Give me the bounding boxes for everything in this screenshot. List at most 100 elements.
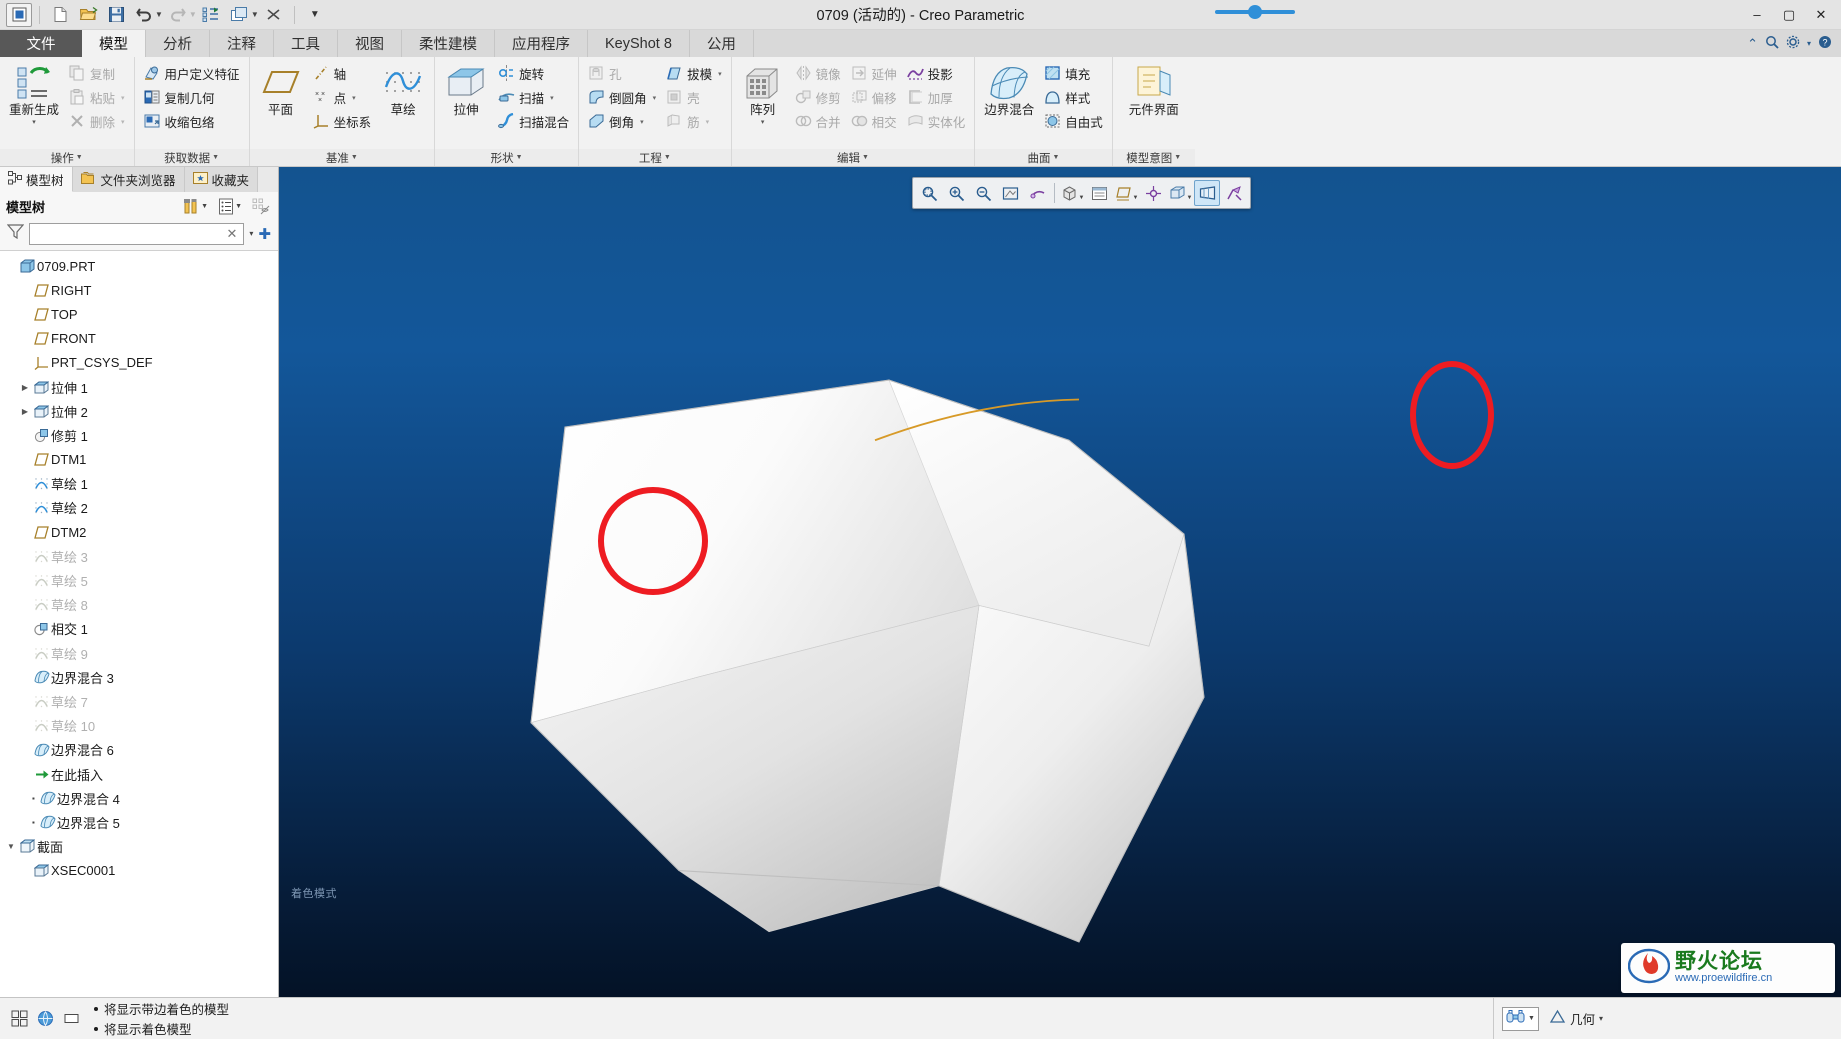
redo-dropdown-arrow[interactable]: ▼: [189, 10, 197, 19]
tab-common[interactable]: 公用: [690, 30, 754, 57]
tree-item-草绘-3[interactable]: 草绘 3: [0, 544, 278, 568]
tree-settings-button[interactable]: ▼: [216, 196, 244, 217]
open-file-icon[interactable]: [75, 3, 101, 27]
redo-icon[interactable]: [165, 3, 191, 27]
hole-button[interactable]: 孔: [584, 62, 660, 85]
extrude-button[interactable]: 拉伸: [440, 61, 492, 119]
undo-icon[interactable]: [131, 3, 157, 27]
geometry-filter-arrow[interactable]: ▾: [1599, 1014, 1603, 1023]
group-label-datum[interactable]: 基准 ▼: [249, 149, 435, 166]
search-icon[interactable]: [1765, 35, 1779, 52]
component-interface-button[interactable]: 元件界面: [1118, 61, 1190, 119]
draft-arrow[interactable]: ▾: [718, 70, 722, 78]
style-button[interactable]: 样式: [1040, 86, 1107, 109]
tree-item-边界混合-6[interactable]: 边界混合 6: [0, 738, 278, 762]
solidify-button[interactable]: 实体化: [903, 110, 970, 133]
tree-item-right[interactable]: RIGHT: [0, 278, 278, 302]
regenerate-button[interactable]: 重新生成 ▾: [5, 61, 63, 128]
tree-expander[interactable]: ▶: [18, 383, 32, 392]
datum-point-arrow[interactable]: ▾: [352, 94, 356, 102]
refit-icon[interactable]: [997, 180, 1023, 206]
help-icon[interactable]: ?: [1818, 35, 1832, 52]
filter-icon[interactable]: [6, 223, 25, 244]
revolve-button[interactable]: 旋转: [494, 62, 573, 85]
zoom-in-icon[interactable]: [943, 180, 969, 206]
spin-center-icon[interactable]: [1140, 180, 1166, 206]
tree-tools-button[interactable]: ▼: [181, 196, 210, 217]
rib-button[interactable]: 筋 ▾: [662, 110, 726, 133]
mirror-button[interactable]: 镜像: [791, 62, 845, 85]
left-tab-favorites[interactable]: 收藏夹: [184, 167, 259, 192]
tab-keyshot[interactable]: KeyShot 8: [588, 30, 690, 57]
window-dropdown-arrow[interactable]: ▼: [251, 10, 259, 19]
left-tab-folder-browser[interactable]: 文件夹浏览器: [72, 167, 185, 192]
datum-display-arrow[interactable]: ▼: [1133, 195, 1139, 201]
tree-item-修剪-1[interactable]: 修剪 1: [0, 423, 278, 447]
annotation-display-icon[interactable]: [1221, 180, 1247, 206]
datum-display-icon[interactable]: ▼: [1113, 180, 1139, 206]
tab-model[interactable]: 模型: [82, 30, 146, 57]
tree-item-草绘-5[interactable]: 草绘 5: [0, 568, 278, 592]
regenerate-icon[interactable]: [199, 3, 225, 27]
window-icon[interactable]: [227, 3, 253, 27]
add-filter-icon[interactable]: ✚: [258, 225, 271, 243]
saved-views-icon[interactable]: ▼: [1059, 180, 1085, 206]
pattern-button[interactable]: 阵列 ▾: [737, 61, 789, 128]
clear-filter-icon[interactable]: ✕: [225, 226, 240, 242]
shell-button[interactable]: 壳: [662, 86, 726, 109]
perspective-icon[interactable]: [1194, 180, 1220, 206]
tab-analysis[interactable]: 分析: [146, 30, 210, 57]
rib-arrow[interactable]: ▾: [706, 118, 710, 126]
saved-views-arrow[interactable]: ▼: [1079, 195, 1085, 201]
regenerate-arrow[interactable]: ▾: [32, 118, 36, 126]
coord-sys-button[interactable]: 坐标系: [309, 110, 376, 133]
tree-item-草绘-10[interactable]: 草绘 10: [0, 714, 278, 738]
tree-item-prt_csys_def[interactable]: PRT_CSYS_DEF: [0, 351, 278, 375]
zoom-box-icon[interactable]: [916, 180, 942, 206]
merge-button[interactable]: 合并: [791, 110, 845, 133]
tree-expander[interactable]: ▶: [18, 407, 32, 416]
model-tree[interactable]: 0709.PRT RIGHT TOP FRONT PRT_CSYS_DEF ▶ 拉伸 1 ▶ 拉…: [0, 250, 278, 997]
group-label-engineering[interactable]: 工程 ▼: [579, 149, 731, 166]
fill-button[interactable]: 填充: [1040, 62, 1107, 85]
display-style-arrow[interactable]: ▼: [1187, 195, 1193, 201]
graphics-viewport[interactable]: ▼ ▼ ▼ 着色模式 野火论坛 www.proewildfire.cn: [279, 167, 1841, 997]
collapse-ribbon-icon[interactable]: ⌃: [1747, 36, 1758, 52]
tree-item-边界混合-4[interactable]: ▪ 边界混合 4: [0, 786, 278, 810]
group-label-operations[interactable]: 操作 ▼: [0, 149, 134, 166]
tree-item-dtm1[interactable]: DTM1: [0, 448, 278, 472]
select-items-icon[interactable]: [8, 1008, 30, 1030]
tree-item-相交-1[interactable]: 相交 1: [0, 617, 278, 641]
display-style-icon[interactable]: ▼: [1167, 180, 1193, 206]
sweep-button[interactable]: 扫描 ▾: [494, 86, 573, 109]
offset-button[interactable]: 偏移: [847, 86, 901, 109]
gear-icon[interactable]: [1786, 35, 1800, 52]
zoom-out-icon[interactable]: [970, 180, 996, 206]
customize-qat-icon[interactable]: ▼: [302, 3, 328, 27]
tree-item-草绘-2[interactable]: 草绘 2: [0, 496, 278, 520]
trim-button[interactable]: 修剪: [791, 86, 845, 109]
intersect-button[interactable]: 相交: [847, 110, 901, 133]
chamfer-arrow[interactable]: ▾: [640, 118, 644, 126]
geometry-filter[interactable]: 几何 ▾: [1549, 1009, 1603, 1028]
tree-item-拉伸-2[interactable]: ▶ 拉伸 2: [0, 399, 278, 423]
left-tab-model-tree[interactable]: 模型树: [0, 167, 73, 192]
model-tree-filter-input[interactable]: [34, 226, 225, 241]
search-filter-arrow[interactable]: ▼: [1528, 1015, 1535, 1022]
thicken-button[interactable]: 加厚: [903, 86, 970, 109]
save-icon[interactable]: [103, 3, 129, 27]
pattern-arrow[interactable]: ▾: [761, 118, 765, 126]
copy-geometry-button[interactable]: 复制几何: [140, 86, 244, 109]
tree-hide-button[interactable]: [250, 196, 272, 217]
delete-button[interactable]: 删除 ▾: [65, 110, 129, 133]
freestyle-button[interactable]: 自由式: [1040, 110, 1107, 133]
draft-button[interactable]: 拔模 ▾: [662, 62, 726, 85]
model-tree-filter-box[interactable]: ✕: [29, 222, 245, 245]
copy-button[interactable]: 复制: [65, 62, 129, 85]
repaint-icon[interactable]: [1024, 180, 1050, 206]
tab-view[interactable]: 视图: [338, 30, 402, 57]
group-label-shapes[interactable]: 形状 ▼: [435, 149, 579, 166]
search-filter-combo[interactable]: ▼: [1502, 1006, 1539, 1031]
paste-button[interactable]: 粘贴 ▾: [65, 86, 129, 109]
tree-item-拉伸-1[interactable]: ▶ 拉伸 1: [0, 375, 278, 399]
